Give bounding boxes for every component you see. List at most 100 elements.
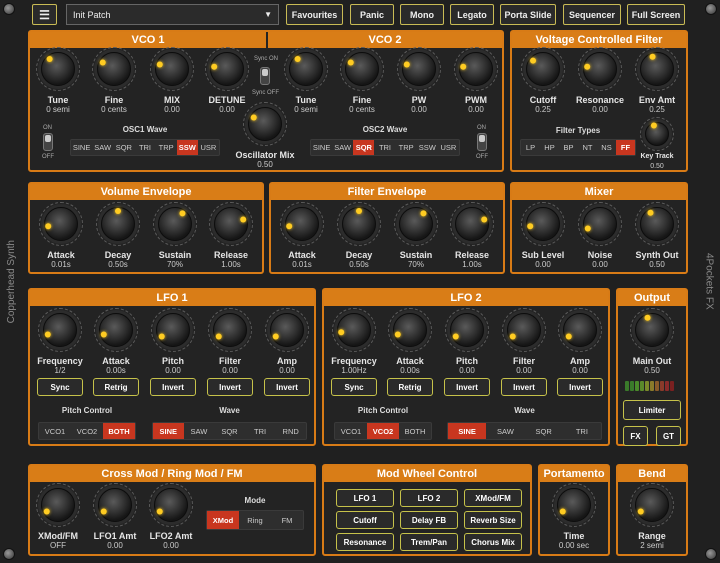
modwheel-resonance-button[interactable]: Resonance bbox=[336, 533, 394, 551]
knob-dial-icon[interactable] bbox=[502, 308, 546, 352]
knob-dial-icon[interactable] bbox=[39, 202, 83, 246]
knob-dial-icon[interactable] bbox=[94, 308, 138, 352]
option-ring[interactable]: Ring bbox=[239, 511, 271, 529]
knob-dial-icon[interactable] bbox=[93, 483, 137, 527]
osc1-wave-selector[interactable]: SINE SAW SQR TRI TRP SSW USR bbox=[70, 139, 220, 156]
knob-dial-icon[interactable] bbox=[150, 47, 194, 91]
option-sqr[interactable]: SQR bbox=[214, 423, 245, 439]
option-nt[interactable]: NT bbox=[578, 140, 597, 155]
option-saw[interactable]: SAW bbox=[332, 140, 353, 155]
option-tri[interactable]: TRI bbox=[374, 140, 395, 155]
option-vco1[interactable]: VCO1 bbox=[39, 423, 71, 439]
menu-button[interactable]: ☰ bbox=[32, 4, 57, 25]
vco1-on-switch[interactable] bbox=[43, 133, 53, 151]
venv-release-knob[interactable]: Release 1.00s bbox=[191, 202, 271, 270]
option-bp[interactable]: BP bbox=[559, 140, 578, 155]
option-usr[interactable]: USR bbox=[198, 140, 219, 155]
option-tri[interactable]: TRI bbox=[245, 423, 276, 439]
osc-mix-oscillator-mix-knob[interactable]: Oscillator Mix 0.50 bbox=[225, 102, 305, 170]
modwheel-reverb-size-button[interactable]: Reverb Size bbox=[464, 511, 522, 529]
modwheel-xmod-fm-button[interactable]: XMod/FM bbox=[464, 489, 522, 507]
mixer-synth-out-knob[interactable]: Synth Out 0.50 bbox=[617, 202, 697, 270]
option-sqr[interactable]: SQR bbox=[353, 140, 375, 155]
porta-slide-button[interactable]: Porta Slide bbox=[500, 4, 556, 25]
modwheel-cutoff-button[interactable]: Cutoff bbox=[336, 511, 394, 529]
porta-time-knob[interactable]: Time 0.00 sec bbox=[534, 483, 614, 551]
knob-dial-icon[interactable] bbox=[149, 483, 193, 527]
option-saw[interactable]: SAW bbox=[92, 140, 113, 155]
lfo1-wave-selector[interactable]: SINE SAW SQR TRI RND bbox=[152, 422, 307, 440]
knob-dial-icon[interactable] bbox=[36, 483, 80, 527]
option-saw[interactable]: SAW bbox=[486, 423, 524, 439]
option-xmod[interactable]: XMod bbox=[207, 511, 239, 529]
knob-dial-icon[interactable] bbox=[445, 308, 489, 352]
option-vco2[interactable]: VCO2 bbox=[71, 423, 103, 439]
option-tri[interactable]: TRI bbox=[563, 423, 601, 439]
lfo1-retrig-button[interactable]: Retrig bbox=[93, 378, 139, 396]
option-rnd[interactable]: RND bbox=[275, 423, 306, 439]
knob-dial-icon[interactable] bbox=[388, 308, 432, 352]
vcf-env-amt-knob[interactable]: Env Amt 0.25 bbox=[617, 47, 697, 115]
knob-dial-icon[interactable] bbox=[640, 117, 674, 151]
knob-dial-icon[interactable] bbox=[96, 202, 140, 246]
lfo2-invert-button[interactable]: Invert bbox=[501, 378, 547, 396]
knob-dial-icon[interactable] bbox=[635, 47, 679, 91]
knob-dial-icon[interactable] bbox=[36, 47, 80, 91]
lfo1-invert-button[interactable]: Invert bbox=[207, 378, 253, 396]
patch-select[interactable]: Init Patch ▼ bbox=[66, 4, 279, 25]
knob-dial-icon[interactable] bbox=[205, 47, 249, 91]
favourites-button[interactable]: Favourites bbox=[286, 4, 343, 25]
panic-button[interactable]: Panic bbox=[350, 4, 394, 25]
osc2-wave-selector[interactable]: SINE SAW SQR TRI TRP SSW USR bbox=[310, 139, 460, 156]
limiter-button[interactable]: Limiter bbox=[623, 400, 681, 420]
knob-dial-icon[interactable] bbox=[578, 47, 622, 91]
knob-dial-icon[interactable] bbox=[521, 202, 565, 246]
option-vco2[interactable]: VCO2 bbox=[367, 423, 399, 439]
option-saw[interactable]: SAW bbox=[184, 423, 215, 439]
option-trp[interactable]: TRP bbox=[396, 140, 417, 155]
option-both[interactable]: BOTH bbox=[399, 423, 431, 439]
lfo1-pitch-selector[interactable]: VCO1 VCO2 BOTH bbox=[38, 422, 136, 440]
knob-dial-icon[interactable] bbox=[454, 47, 498, 91]
option-both[interactable]: BOTH bbox=[103, 423, 135, 439]
sequencer-button[interactable]: Sequencer bbox=[563, 4, 621, 25]
knob-dial-icon[interactable] bbox=[521, 47, 565, 91]
lfo2-invert-button[interactable]: Invert bbox=[557, 378, 603, 396]
option-ns[interactable]: NS bbox=[597, 140, 616, 155]
option-ssw[interactable]: SSW bbox=[417, 140, 438, 155]
lfo1-invert-button[interactable]: Invert bbox=[150, 378, 196, 396]
cross-lfo2-amt-knob[interactable]: LFO2 Amt 0.00 bbox=[131, 483, 211, 551]
option-sine[interactable]: SINE bbox=[71, 140, 92, 155]
option-ssw[interactable]: SSW bbox=[176, 140, 198, 155]
knob-dial-icon[interactable] bbox=[552, 483, 596, 527]
option-lp[interactable]: LP bbox=[521, 140, 540, 155]
fenv-release-knob[interactable]: Release 1.00s bbox=[432, 202, 512, 270]
lfo2-pitch-selector[interactable]: VCO1 VCO2 BOTH bbox=[334, 422, 432, 440]
knob-dial-icon[interactable] bbox=[38, 308, 82, 352]
option-vco1[interactable]: VCO1 bbox=[335, 423, 367, 439]
knob-dial-icon[interactable] bbox=[397, 47, 441, 91]
vcf-key-track-knob[interactable]: Key Track 0.50 bbox=[617, 117, 697, 172]
knob-dial-icon[interactable] bbox=[208, 308, 252, 352]
bend-range-knob[interactable]: Range 2 semi bbox=[612, 483, 692, 551]
output-main-out-knob[interactable]: Main Out 0.50 bbox=[612, 308, 692, 376]
knob-dial-icon[interactable] bbox=[337, 202, 381, 246]
knob-dial-icon[interactable] bbox=[153, 202, 197, 246]
option-trp[interactable]: TRP bbox=[156, 140, 177, 155]
modwheel-lfo-1-button[interactable]: LFO 1 bbox=[336, 489, 394, 507]
option-sine[interactable]: SINE bbox=[448, 423, 487, 439]
full-screen-button[interactable]: Full Screen bbox=[627, 4, 685, 25]
knob-dial-icon[interactable] bbox=[394, 202, 438, 246]
option-sine[interactable]: SINE bbox=[153, 423, 184, 439]
knob-dial-icon[interactable] bbox=[92, 47, 136, 91]
option-usr[interactable]: USR bbox=[438, 140, 459, 155]
knob-dial-icon[interactable] bbox=[332, 308, 376, 352]
legato-button[interactable]: Legato bbox=[450, 4, 494, 25]
gt-button[interactable]: GT bbox=[656, 426, 681, 446]
option-sqr[interactable]: SQR bbox=[113, 140, 134, 155]
fx-button[interactable]: FX bbox=[623, 426, 648, 446]
option-sine[interactable]: SINE bbox=[311, 140, 332, 155]
modwheel-chorus-mix-button[interactable]: Chorus Mix bbox=[464, 533, 522, 551]
option-fm[interactable]: FM bbox=[271, 511, 303, 529]
vco2-on-switch[interactable] bbox=[477, 133, 487, 151]
